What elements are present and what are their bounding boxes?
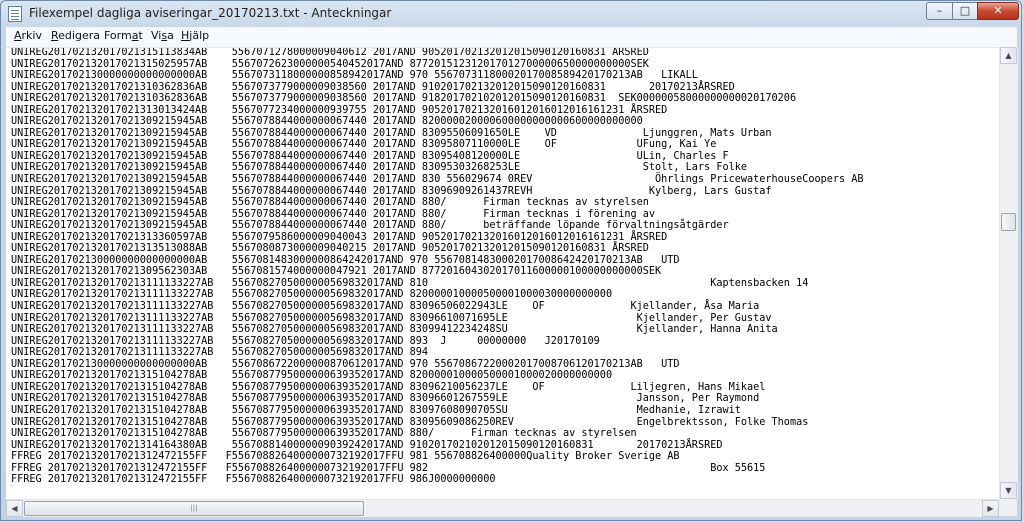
text-line: UNIREG201702132017021309215945AB 5567078… (11, 174, 864, 186)
menu-redigera[interactable]: Redigera (51, 29, 100, 42)
text-line: UNIREG2017021320170213111133227AB 556708… (11, 312, 772, 324)
text-line: UNIREG2017021320170213111133227AB 556708… (11, 324, 778, 336)
text-line: UNIREG201702132017021309562303AB 5567081… (11, 266, 662, 278)
scroll-left-arrow-icon[interactable]: ◀ (6, 500, 23, 517)
text-line: FFREG 201702132017021312472155FF F556708… (11, 474, 496, 486)
text-line: UNIREG201702132017021309215945AB 5567078… (11, 162, 748, 174)
close-button[interactable]: ✕ (977, 2, 1019, 20)
text-line: UNIREG201702132017021310362836AB 5567073… (11, 81, 735, 93)
menu-hjalp[interactable]: Hjälp (181, 29, 209, 42)
text-line: UNIREG201702132017021315104278AB 5567087… (11, 428, 637, 440)
text-line: FFREG 201702132017021312472155FF F556708… (11, 462, 766, 474)
text-line: UNIREG201702132017021313013424AB 5567077… (11, 104, 668, 116)
text-line: UNIREG2017021320170213111133227AB 556708… (11, 301, 760, 313)
menu-arkiv-label: rkiv (21, 29, 42, 42)
maximize-button[interactable]: □ (952, 2, 978, 20)
menu-visa-label: a (167, 29, 174, 42)
text-line: UNIREG201702130000000000000000AB 5567073… (11, 70, 698, 82)
text-line: UNIREG2017021320170213111133227AB 556708… (11, 289, 613, 301)
text-line: UNIREG201702132017021315104278AB 5567087… (11, 416, 809, 428)
menu-visa[interactable]: Visa (151, 29, 174, 42)
notepad-window: Filexempel dagliga aviseringar_20170213.… (0, 0, 1022, 521)
text-line: UNIREG201702132017021309215945AB 5567078… (11, 185, 772, 197)
text-line: UNIREG201702132017021309215945AB 5567078… (11, 197, 649, 209)
text-line: UNIREG201702132017021309215945AB 5567078… (11, 116, 643, 128)
horizontal-scrollbar[interactable]: ◀ ||| ▶ (6, 499, 999, 517)
text-line: UNIREG201702132017021315104278AB 5567087… (11, 393, 760, 405)
scroll-up-arrow-icon[interactable]: ▲ (1000, 47, 1017, 64)
window-title: Filexempel dagliga aviseringar_20170213.… (29, 6, 392, 20)
text-line: UNIREG201702132017021315104278AB 5567087… (11, 381, 766, 393)
vertical-scroll-thumb[interactable] (1001, 213, 1016, 231)
menu-arkiv-mnemonic: A (14, 29, 22, 42)
menu-format-prefix: Form (104, 29, 132, 42)
text-line: UNIREG201702132017021315104278AB 5567087… (11, 404, 741, 416)
text-line: UNIREG2017021320170213111133227AB 556708… (11, 335, 600, 347)
text-line: UNIREG201702130000000000000000AB 5567086… (11, 358, 680, 370)
text-line: UNIREG201702132017021315025957AB 5567072… (11, 58, 649, 70)
text-line: UNIREG201702132017021315104278AB 5567087… (11, 370, 613, 382)
text-line: UNIREG201702130000000000000000AB 5567081… (11, 254, 680, 266)
horizontal-scroll-thumb[interactable]: ||| (24, 501, 364, 516)
text-line: UNIREG201702132017021313513088AB 5567080… (11, 243, 649, 255)
text-line: UNIREG201702132017021309215945AB 5567078… (11, 139, 717, 151)
text-editor[interactable]: UNIREG201702132017021315113834AB 5567071… (6, 47, 1017, 500)
scrollbar-corner (999, 499, 1017, 516)
text-line: UNIREG201702132017021310362836AB 5567073… (11, 93, 797, 105)
menu-redigera-label: edigera (58, 29, 100, 42)
menu-visa-prefix: Vi (151, 29, 162, 42)
file-content[interactable]: UNIREG201702132017021315113834AB 5567071… (11, 47, 864, 486)
menu-format-label: t (138, 29, 143, 42)
title-bar[interactable]: Filexempel dagliga aviseringar_20170213.… (1, 1, 1021, 27)
text-line: UNIREG201702132017021309215945AB 5567078… (11, 220, 729, 232)
text-line: FFREG 201702132017021312472155FF F556708… (11, 451, 680, 463)
text-line: UNIREG201702132017021309215945AB 5567078… (11, 127, 772, 139)
text-line: UNIREG201702132017021315113834AB 5567071… (11, 47, 649, 58)
menu-format[interactable]: Format (104, 29, 143, 42)
text-line: UNIREG201702132017021314164380AB 5567088… (11, 439, 723, 451)
text-line: UNIREG201702132017021309215945AB 5567078… (11, 208, 656, 220)
menu-arkiv[interactable]: Arkiv (14, 29, 42, 42)
minimize-button[interactable]: – (926, 2, 953, 20)
text-line: UNIREG2017021320170213111133227AB 556708… (11, 347, 429, 359)
text-line: UNIREG201702132017021309215945AB 5567078… (11, 150, 729, 162)
scroll-down-arrow-icon[interactable]: ▼ (1000, 482, 1017, 499)
menu-hjalp-label: jälp (189, 29, 210, 42)
vertical-scrollbar[interactable]: ▲ ▼ (999, 47, 1018, 499)
notepad-icon (8, 6, 22, 22)
text-line: UNIREG2017021320170213111133227AB 556708… (11, 277, 809, 289)
text-line: UNIREG201702132017021313360597AB 5567079… (11, 231, 668, 243)
menu-bar: Arkiv Redigera Format Visa Hjälp (6, 27, 1017, 48)
scroll-right-arrow-icon[interactable]: ▶ (982, 500, 999, 517)
